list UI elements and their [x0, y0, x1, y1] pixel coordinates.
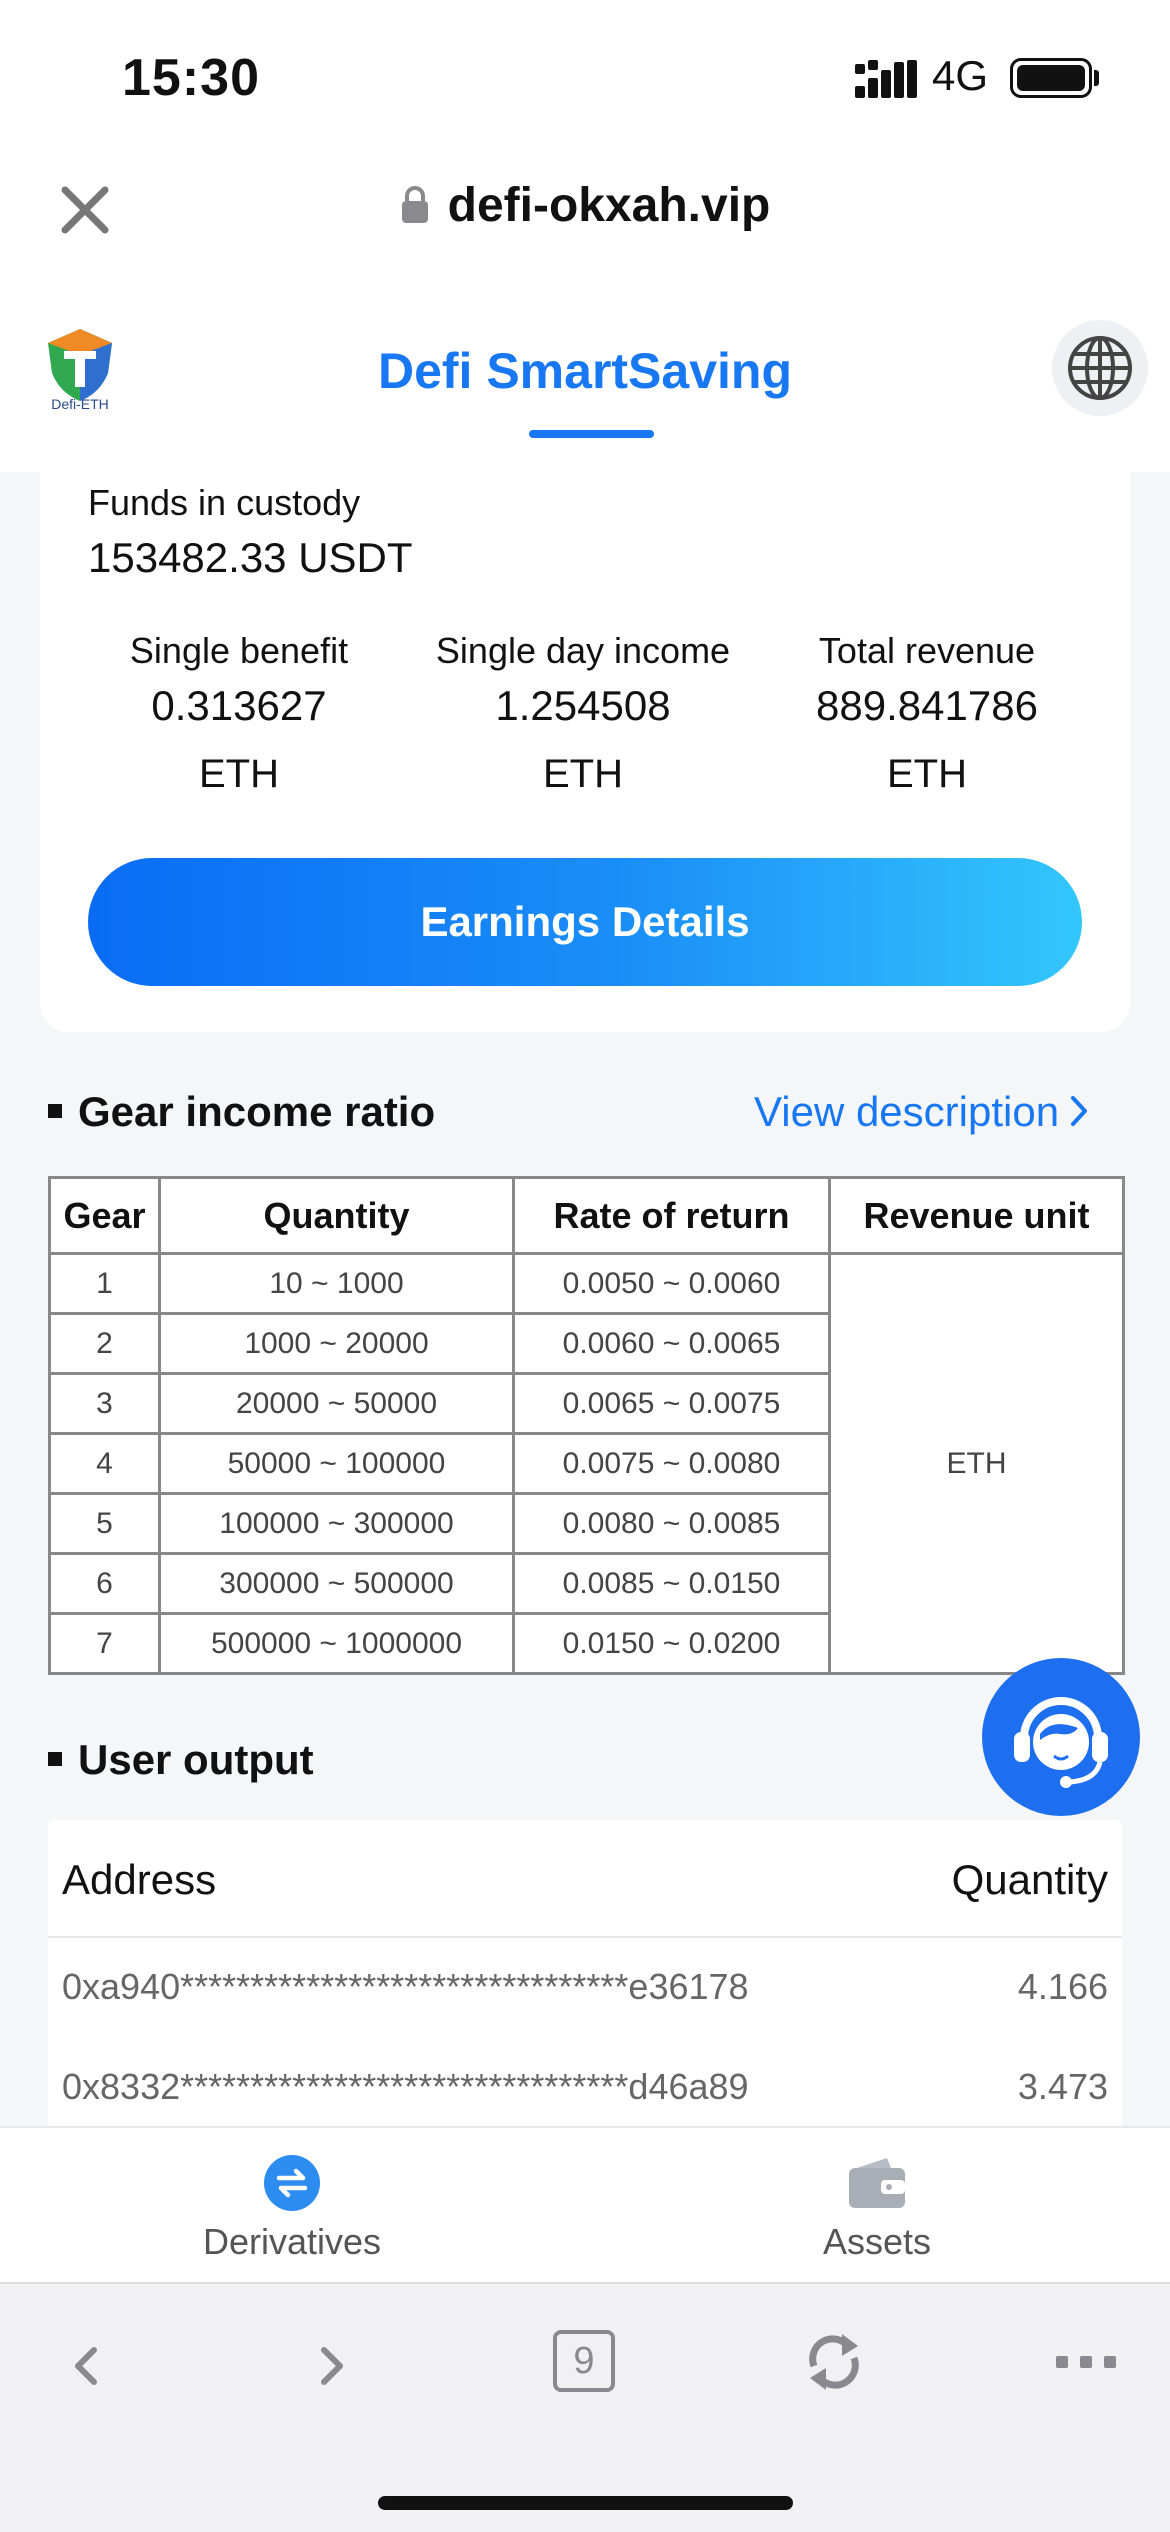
table-header-row: Address Quantity [48, 1820, 1122, 1938]
user-output-title: User output [48, 1736, 314, 1784]
custody-value: 153482.33 USDT [88, 534, 413, 581]
bottom-tab-bar: Derivatives Assets [0, 2126, 1170, 2282]
tab-label: Assets [822, 2221, 932, 2262]
stat-label: Single day income [435, 630, 731, 671]
customer-support-button[interactable] [982, 1658, 1140, 1816]
stat-single-benefit: Single benefit 0.313627 ETH [74, 630, 404, 797]
url-text: defi-okxah.vip [447, 179, 771, 232]
table-row: 1 10 ~ 1000 0.0050 ~ 0.0060 ETH [48, 1252, 1125, 1675]
stat-total-revenue: Total revenue 889.841786 ETH [762, 630, 1092, 797]
stat-single-day-income: Single day income 1.254508 ETH [418, 630, 748, 797]
revenue-unit-cell: ETH [828, 1252, 1125, 1675]
earnings-card: Funds in custody 153482.33 USDT Single b… [40, 472, 1130, 1032]
quantity-cell: 300000 ~ 500000 [158, 1552, 515, 1615]
status-time: 15:30 [122, 49, 260, 107]
swap-icon [264, 2155, 320, 2211]
quantity-cell: 3.473 [1017, 2066, 1108, 2107]
rate-cell: 0.0060 ~ 0.0065 [512, 1312, 831, 1375]
rate-cell: 0.0085 ~ 0.0150 [512, 1552, 831, 1615]
home-indicator [378, 2496, 793, 2510]
app-header: Defi-ETH Defi SmartSaving [0, 290, 1170, 472]
gear-cell: 1 [48, 1252, 161, 1315]
title-underline [529, 430, 654, 438]
user-output-title-text: User output [78, 1736, 314, 1783]
user-output-table: Address Quantity 0xa940*****************… [48, 1820, 1122, 2130]
tab-assets[interactable]: Assets [727, 2154, 1027, 2263]
more-icon[interactable] [1056, 2354, 1116, 2370]
stat-label: Total revenue [818, 630, 1036, 671]
stat-label: Single benefit [129, 630, 349, 671]
table-header-row: Gear Quantity Rate of return Revenue uni… [48, 1176, 1125, 1255]
view-description-text: View description [754, 1088, 1060, 1135]
battery-icon [1010, 58, 1092, 98]
custody-label: Funds in custody [88, 482, 361, 523]
column-header: Rate of return [512, 1176, 831, 1255]
gear-cell: 6 [48, 1552, 161, 1615]
tab-derivatives[interactable]: Derivatives [142, 2154, 442, 2263]
rate-cell: 0.0080 ~ 0.0085 [512, 1492, 831, 1555]
language-button[interactable] [1052, 320, 1148, 416]
url-display[interactable]: defi-okxah.vip [0, 178, 1170, 233]
wallet-icon [849, 2158, 905, 2208]
table-row: 0x8332********************************d4… [48, 2040, 1122, 2140]
rate-cell: 0.0150 ~ 0.0200 [512, 1612, 831, 1675]
stat-unit: ETH [199, 752, 279, 796]
quantity-cell: 100000 ~ 300000 [158, 1492, 515, 1555]
gear-table: Gear Quantity Rate of return Revenue uni… [48, 1176, 1125, 1675]
address-cell: 0x8332********************************d4… [62, 2066, 749, 2107]
rate-cell: 0.0050 ~ 0.0060 [512, 1252, 831, 1315]
stat-value: 889.841786 [816, 682, 1038, 729]
stat-value: 0.313627 [151, 682, 327, 729]
gear-cell: 5 [48, 1492, 161, 1555]
gear-section-title: Gear income ratio [48, 1088, 435, 1136]
page-title: Defi SmartSaving [377, 343, 792, 399]
headset-icon [1014, 1697, 1108, 1788]
browser-bar: defi-okxah.vip [0, 150, 1170, 290]
gear-cell: 2 [48, 1312, 161, 1375]
forward-icon[interactable] [314, 2336, 350, 2396]
quantity-cell: 50000 ~ 100000 [158, 1432, 515, 1495]
chevron-right-icon [1071, 1096, 1088, 1126]
browser-toolbar: 9 [0, 2282, 1170, 2532]
column-header: Quantity [158, 1176, 515, 1255]
gear-cell: 3 [48, 1372, 161, 1435]
network-type: 4G [932, 52, 989, 99]
battery-tip [1094, 70, 1099, 86]
tabs-button[interactable]: 9 [553, 2330, 615, 2392]
earnings-details-button[interactable]: Earnings Details [88, 858, 1082, 986]
bullet-square [48, 1104, 62, 1118]
gear-cell: 7 [48, 1612, 161, 1675]
quantity-cell: 10 ~ 1000 [158, 1252, 515, 1315]
address-cell: 0xa940********************************e3… [62, 1966, 749, 2007]
quantity-cell: 4.166 [1017, 1966, 1108, 2007]
signal-icon [855, 60, 917, 98]
back-icon[interactable] [68, 2336, 104, 2396]
column-header: Quantity [951, 1856, 1108, 1903]
quantity-cell: 1000 ~ 20000 [158, 1312, 515, 1375]
quantity-cell: 500000 ~ 1000000 [158, 1612, 515, 1675]
globe-icon [1068, 336, 1132, 400]
refresh-icon[interactable] [804, 2330, 864, 2394]
gear-cell: 4 [48, 1432, 161, 1495]
stat-unit: ETH [543, 752, 623, 796]
stat-value: 1.254508 [495, 682, 671, 729]
rate-cell: 0.0065 ~ 0.0075 [512, 1372, 831, 1435]
column-header: Revenue unit [828, 1176, 1125, 1255]
view-description-link[interactable]: View description [754, 1088, 1089, 1136]
column-header: Gear [48, 1176, 161, 1255]
stat-unit: ETH [887, 752, 967, 796]
rate-cell: 0.0075 ~ 0.0080 [512, 1432, 831, 1495]
column-header: Address [62, 1856, 217, 1903]
tab-label: Derivatives [202, 2221, 382, 2262]
quantity-cell: 20000 ~ 50000 [158, 1372, 515, 1435]
status-bar: 15:30 4G [0, 0, 1170, 150]
lock-icon [401, 186, 428, 223]
table-row: 0xa940********************************e3… [48, 1940, 1122, 2040]
bullet-square [48, 1752, 62, 1766]
gear-title-text: Gear income ratio [78, 1088, 436, 1135]
